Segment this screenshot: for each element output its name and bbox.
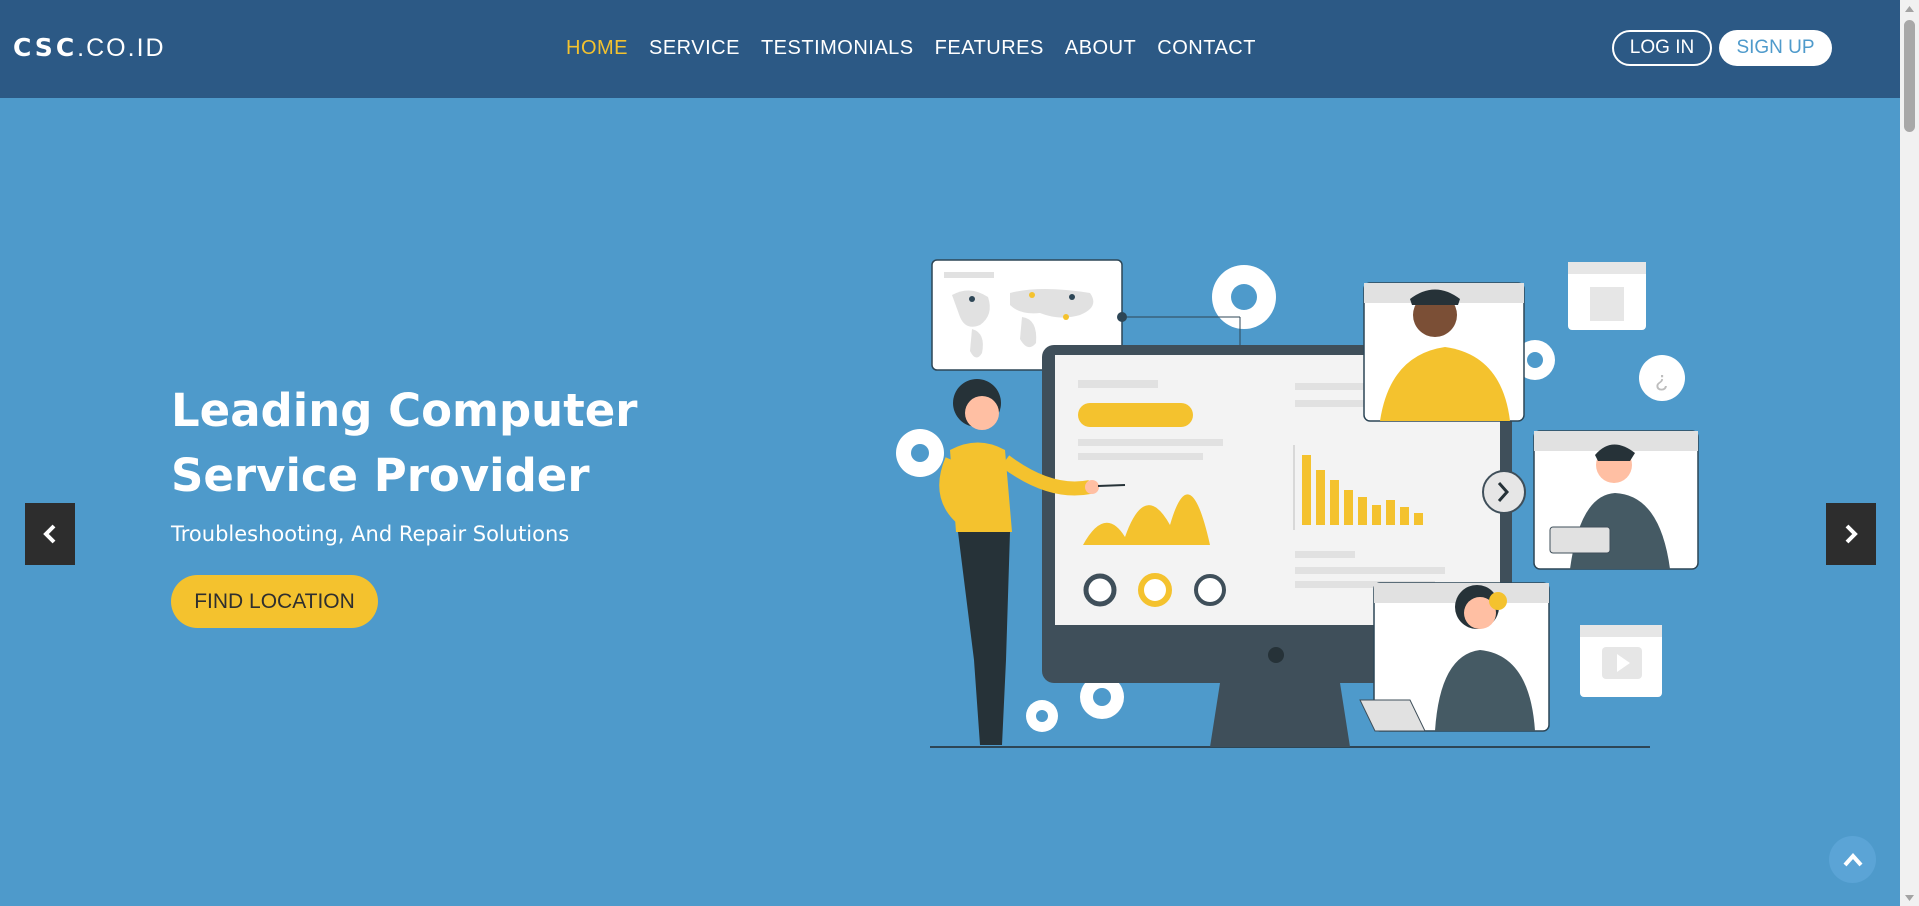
triangle-up-icon [1905, 5, 1914, 12]
gear-icon [896, 429, 944, 477]
video-card-2 [1533, 430, 1699, 570]
top-navbar: CSC.CO.ID HOME SERVICE TESTIMONIALS FEAT… [0, 0, 1900, 98]
triangle-down-icon [1905, 894, 1914, 901]
hero-illustration: ¿ [896, 259, 1699, 748]
nav-about[interactable]: ABOUT [1065, 37, 1136, 60]
carousel-next-button[interactable] [1826, 503, 1876, 565]
video-card-3 [1359, 582, 1550, 732]
chevron-left-icon [43, 524, 56, 544]
scrollbar-thumb[interactable] [1904, 20, 1915, 132]
nav-contact[interactable]: CONTACT [1157, 37, 1256, 60]
nav-features[interactable]: FEATURES [935, 37, 1044, 60]
gear-icon [1026, 700, 1058, 732]
login-button[interactable]: LOG IN [1612, 30, 1712, 66]
video-card-1 [1363, 282, 1525, 422]
hero-subtitle: Troubleshooting, And Repair Solutions [171, 522, 570, 546]
nav-testimonials[interactable]: TESTIMONIALS [761, 37, 914, 60]
chevron-up-icon [1843, 852, 1862, 866]
svg-text:¿: ¿ [1655, 367, 1668, 392]
nav-home[interactable]: HOME [566, 37, 628, 60]
scroll-down-arrow[interactable] [1900, 889, 1919, 906]
chevron-right-icon [1845, 524, 1858, 544]
back-to-top-button[interactable] [1829, 836, 1876, 883]
hero-title: Leading Computer Service Provider [171, 384, 638, 502]
carousel-prev-button[interactable] [25, 503, 75, 565]
vertical-scrollbar[interactable] [1900, 0, 1919, 906]
signup-button[interactable]: SIGN UP [1719, 30, 1832, 66]
nav-service[interactable]: SERVICE [649, 37, 740, 60]
image-placeholder-card [1568, 262, 1646, 330]
gear-icon [1212, 265, 1276, 329]
find-location-button[interactable]: FIND LOCATION [171, 575, 378, 628]
video-placeholder-card [1580, 625, 1662, 697]
brand-logo[interactable]: CSC.CO.ID [13, 33, 166, 63]
nav-menu: HOME SERVICE TESTIMONIALS FEATURES ABOUT… [566, 37, 1256, 60]
question-bubble: ¿ [1639, 355, 1685, 401]
scroll-up-arrow[interactable] [1900, 0, 1919, 17]
